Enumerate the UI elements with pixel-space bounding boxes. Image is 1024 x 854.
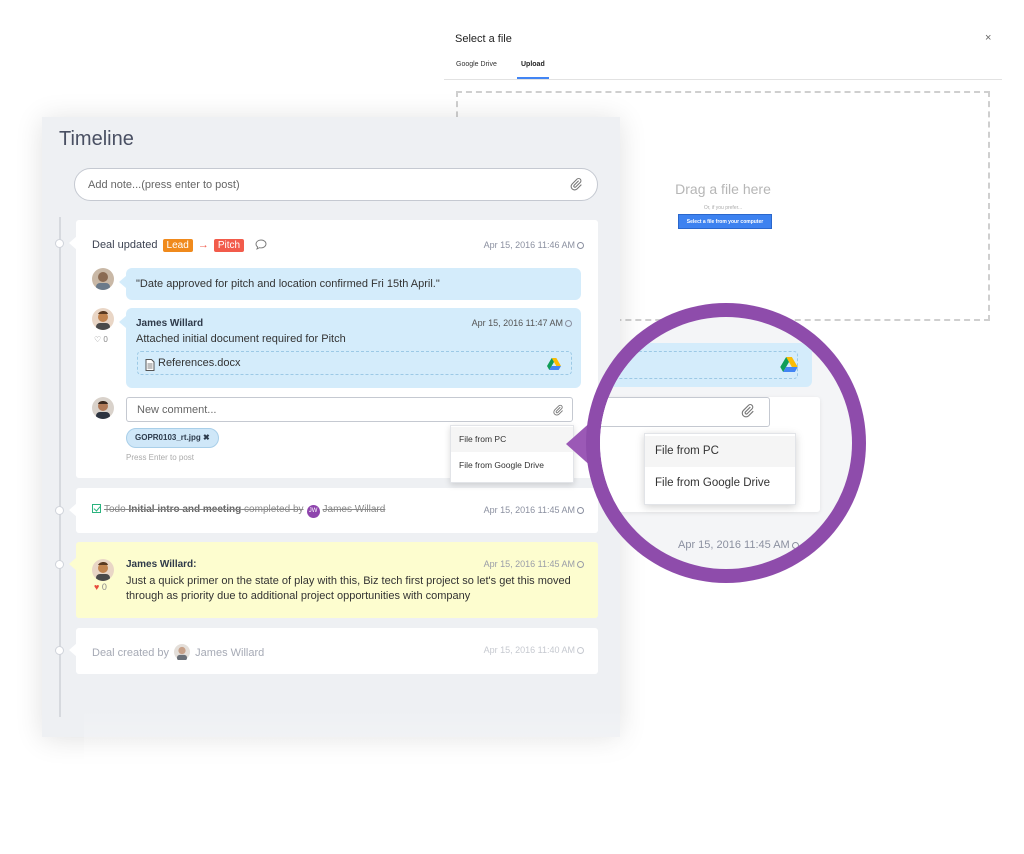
document-icon: [145, 358, 155, 376]
select-file-button[interactable]: Select a file from your computer: [678, 214, 772, 229]
attachment[interactable]: References.docx: [137, 351, 572, 375]
paperclip-icon[interactable]: [552, 403, 564, 421]
todo-row: Todo Initial intro and meeting completed…: [92, 504, 385, 518]
todo-prefix: Todo: [104, 504, 126, 515]
quote-text: "Date approved for pitch and location co…: [136, 278, 440, 290]
heart-icon: ♥: [94, 582, 100, 592]
note-text: Just a quick primer on the state of play…: [126, 575, 571, 602]
post-hint: Press Enter to post: [126, 453, 195, 462]
tab-upload[interactable]: Upload: [517, 61, 549, 79]
deal-updated-label: Deal updated: [92, 239, 158, 251]
clock-icon: [565, 320, 572, 327]
timeline-line: [59, 217, 61, 717]
note-author: James Willard:: [126, 559, 197, 570]
stage-badge-pitch: Pitch: [213, 239, 245, 252]
avatar: [92, 308, 114, 330]
deal-updated-row: Deal updated Lead → Pitch: [92, 239, 267, 253]
user-initials-avatar: JW: [306, 505, 320, 518]
timestamp: Apr 15, 2016 11:45 AM: [484, 559, 584, 569]
google-drive-icon[interactable]: [547, 357, 561, 375]
page-title: Timeline: [59, 128, 134, 150]
avatar: [92, 559, 114, 581]
deal-created-card: Deal created by James Willard Apr 15, 20…: [76, 628, 598, 674]
todo-card: Todo Initial intro and meeting completed…: [76, 488, 598, 533]
timeline-dot: [55, 560, 64, 569]
bottom-fade: [84, 707, 662, 854]
heart-outline-icon: ♡: [94, 335, 102, 344]
timestamp: Apr 15, 2016 11:45 AM: [484, 505, 584, 515]
avatar: [174, 644, 191, 663]
checkbox-icon[interactable]: [92, 504, 101, 513]
remove-file-icon[interactable]: ✖: [203, 433, 210, 442]
new-comment-input[interactable]: New comment...: [126, 397, 573, 422]
like-count[interactable]: ♥ 0: [94, 582, 107, 592]
timestamp: Apr 15, 2016 11:40 AM: [484, 645, 584, 655]
comment-author: James Willard: [136, 318, 204, 329]
magnifier-content: File from PC File from Google Drive Apr …: [600, 317, 852, 569]
todo-title: Initial intro and meeting: [128, 504, 242, 515]
paperclip-icon[interactable]: [569, 177, 583, 196]
quote-bubble: "Date approved for pitch and location co…: [119, 268, 581, 300]
timeline-dot: [55, 506, 64, 515]
attachment-filename: References.docx: [158, 357, 241, 369]
upload-menu: File from PC File from Google Drive: [450, 425, 574, 483]
google-drive-icon: [780, 357, 798, 377]
zoomed-comment-bubble: [600, 343, 812, 387]
magnifier-lens: File from PC File from Google Drive Apr …: [586, 303, 866, 583]
avatar: [92, 397, 114, 419]
stage-badge-lead: Lead: [162, 239, 193, 252]
clock-icon: [577, 507, 584, 514]
zoomed-timestamp: Apr 15, 2016 11:45 AM: [678, 539, 799, 551]
dialog-title: Select a file: [455, 33, 512, 45]
clock-icon: [791, 542, 799, 549]
zoomed-attachment: [600, 351, 798, 379]
clock-icon: [577, 242, 584, 249]
arrow-icon: →: [197, 239, 209, 251]
zoomed-menu-item-file-from-google-drive[interactable]: File from Google Drive: [645, 468, 795, 499]
menu-item-file-from-pc[interactable]: File from PC: [451, 427, 573, 452]
file-chip: GOPR0103_rt.jpg ✖: [126, 428, 219, 448]
zoomed-menu-item-file-from-pc[interactable]: File from PC: [645, 436, 795, 467]
timestamp: Apr 15, 2016 11:46 AM: [484, 240, 584, 250]
add-note-input[interactable]: Add note...(press enter to post): [74, 168, 598, 201]
comment-bubble-icon[interactable]: [255, 239, 267, 253]
todo-user: James Willard: [322, 504, 386, 515]
add-note-placeholder: Add note...(press enter to post): [88, 179, 240, 191]
timeline-dot: [55, 239, 64, 248]
clock-icon: [577, 647, 584, 654]
file-chip-name: GOPR0103_rt.jpg: [135, 433, 201, 442]
tab-google-drive[interactable]: Google Drive: [456, 61, 497, 68]
zoomed-upload-menu: File from PC File from Google Drive: [644, 433, 796, 505]
deal-created-label: Deal created by: [92, 647, 170, 659]
like-count[interactable]: ♡ 0: [94, 335, 108, 344]
menu-item-file-from-google-drive[interactable]: File from Google Drive: [451, 453, 573, 478]
clock-icon: [577, 561, 584, 568]
comment-bubble: James Willard Apr 15, 2016 11:47 AM Atta…: [119, 308, 581, 388]
close-icon[interactable]: ×: [985, 32, 991, 44]
new-comment-placeholder: New comment...: [137, 404, 217, 416]
paperclip-icon: [740, 403, 755, 423]
avatar: [92, 268, 114, 290]
timeline-dot: [55, 646, 64, 655]
todo-completed-label: completed by: [244, 504, 304, 515]
note-card: ♥ 0 James Willard: Apr 15, 2016 11:45 AM…: [76, 542, 598, 618]
timestamp: Apr 15, 2016 11:47 AM: [472, 318, 572, 328]
dialog-tabs: Google Drive Upload: [444, 58, 1002, 80]
comment-text: Attached initial document required for P…: [136, 333, 346, 345]
deal-created-user: James Willard: [195, 647, 265, 659]
deal-created-row: Deal created by James Willard: [92, 644, 264, 663]
